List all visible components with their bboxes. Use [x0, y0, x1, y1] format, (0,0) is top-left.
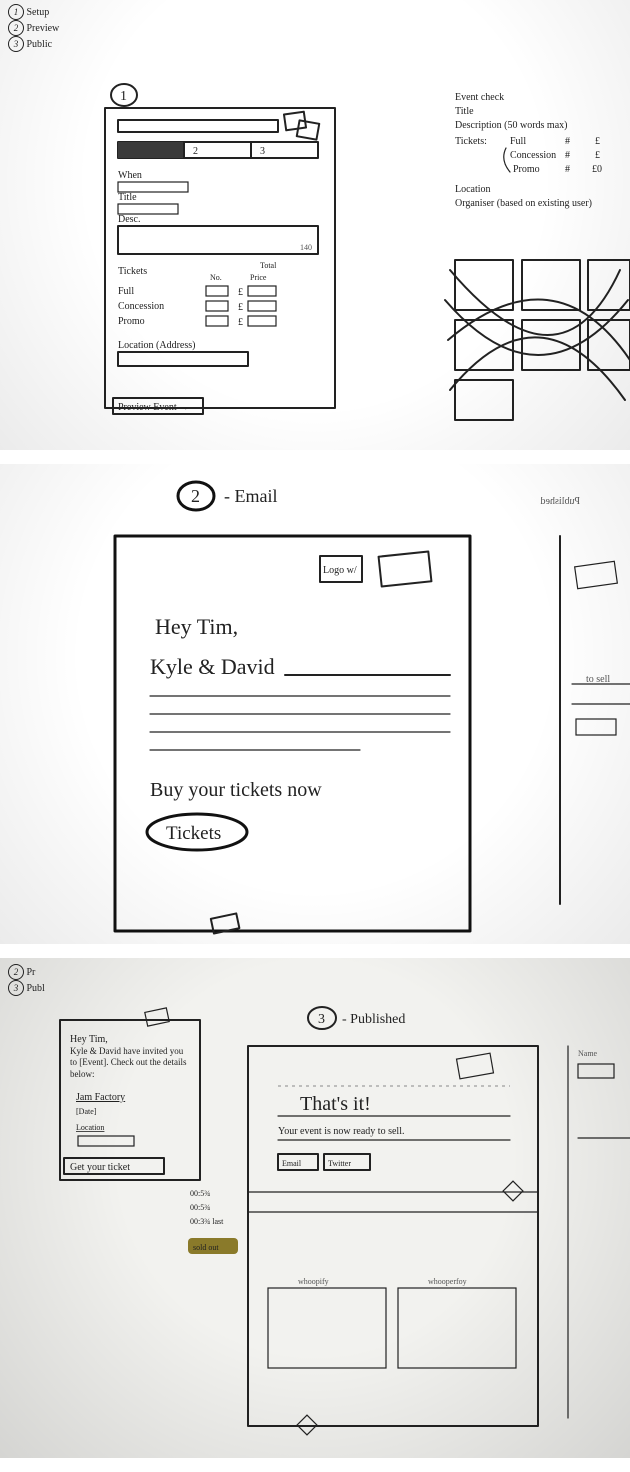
sketch-panel-email: 2 - Email Logo w/ Hey Tim, Kyle & David … — [0, 464, 630, 958]
sketch-panel-published: 2 Pr 3 Publ Hey Tim, Kyle & David have i… — [0, 958, 630, 1472]
legend: 1 Setup 2 Preview 3 Public — [8, 4, 59, 52]
sketch-panel-setup: 1 Setup 2 Preview 3 Public 1 2 3 When — [0, 0, 630, 464]
legend-panel3: 2 Pr 3 Publ — [8, 964, 45, 996]
